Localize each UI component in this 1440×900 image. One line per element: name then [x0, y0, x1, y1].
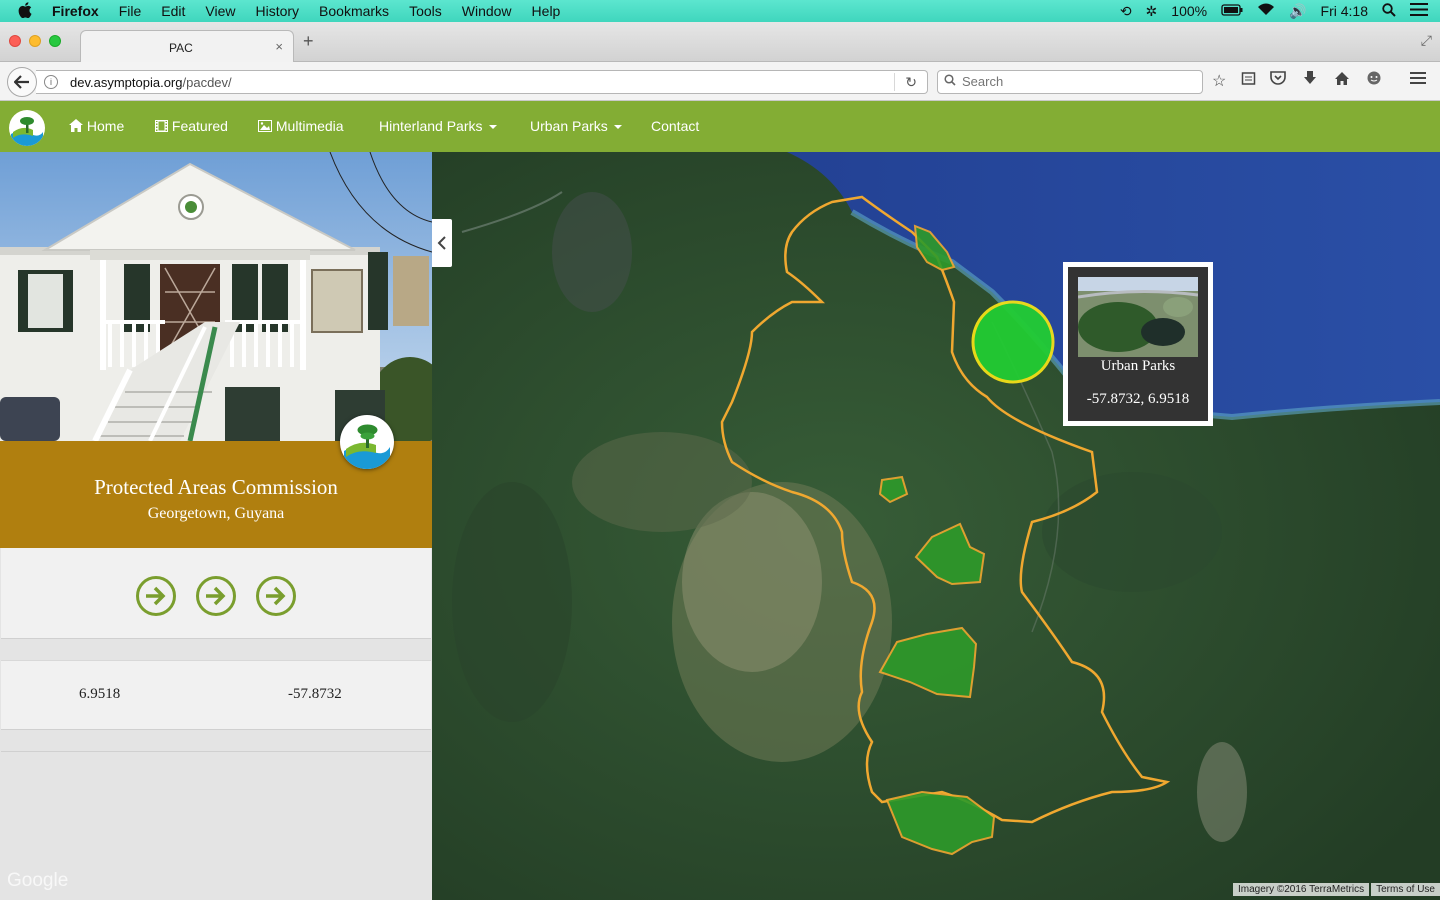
- nav-hinterland-parks-dropdown[interactable]: Hinterland Parks: [379, 118, 497, 134]
- time-machine-icon[interactable]: ⟲: [1120, 3, 1132, 20]
- search-box[interactable]: [937, 70, 1203, 94]
- site-navbar: Home Featured Multimedia Hinterland Park…: [0, 101, 1440, 152]
- fullscreen-icon[interactable]: ⤢: [1421, 32, 1432, 49]
- terms-of-use-link[interactable]: Terms of Use: [1371, 883, 1440, 896]
- nav-contact[interactable]: Contact: [651, 118, 699, 134]
- satellite-map[interactable]: Imagery ©2016 TerraMetrics Terms of Use: [432, 152, 1440, 900]
- menubar-bookmarks[interactable]: Bookmarks: [309, 3, 399, 19]
- divider: [1, 751, 431, 752]
- building-photo: [0, 152, 432, 441]
- window-zoom-button[interactable]: [49, 35, 61, 47]
- popup-title: Urban Parks: [1100, 358, 1176, 374]
- wifi-icon[interactable]: [1257, 3, 1275, 19]
- caret-down-icon: [613, 125, 622, 130]
- search-icon: [944, 74, 956, 89]
- caret-down-icon: [488, 125, 497, 130]
- nav-multimedia[interactable]: Multimedia: [258, 118, 344, 134]
- popup-coordinates: -57.8732, 6.9518: [1086, 391, 1190, 407]
- action-button-2[interactable]: [196, 576, 236, 616]
- action-button-1[interactable]: [136, 576, 176, 616]
- map-attribution: Imagery ©2016 TerraMetrics Terms of Use: [1232, 883, 1440, 896]
- battery-icon[interactable]: [1221, 3, 1243, 19]
- volume-icon[interactable]: 🔊: [1289, 3, 1306, 20]
- arrow-right-icon: [206, 586, 226, 606]
- notification-center-icon[interactable]: [1410, 3, 1428, 19]
- action-buttons-card: [1, 548, 431, 639]
- back-button[interactable]: [7, 67, 37, 97]
- search-input[interactable]: [962, 74, 1192, 89]
- pocket-icon[interactable]: [1270, 71, 1286, 90]
- apple-menu-icon[interactable]: [0, 1, 42, 21]
- home-icon[interactable]: [1334, 71, 1350, 91]
- hello-chat-icon[interactable]: [1366, 71, 1382, 91]
- menubar-app-name[interactable]: Firefox: [42, 3, 109, 19]
- url-divider: [894, 73, 895, 91]
- downloads-icon[interactable]: [1303, 71, 1317, 91]
- collapse-panel-button[interactable]: [432, 219, 452, 267]
- menubar-window[interactable]: Window: [452, 3, 522, 19]
- map-info-popup[interactable]: Urban Parks -57.8732, 6.9518: [1063, 262, 1213, 426]
- reading-list-icon[interactable]: [1241, 71, 1256, 91]
- nav-multimedia-label: Multimedia: [275, 118, 344, 134]
- menubar-view[interactable]: View: [195, 3, 245, 19]
- menubar-clock[interactable]: Fri 4:18: [1321, 3, 1368, 19]
- film-icon: [155, 120, 168, 132]
- chevron-left-icon: [437, 236, 446, 250]
- google-logo: Google: [7, 870, 69, 891]
- reload-icon[interactable]: ↻: [905, 74, 917, 91]
- bluetooth-icon[interactable]: ✲: [1146, 3, 1158, 20]
- new-tab-button[interactable]: +: [303, 31, 314, 52]
- url-bar[interactable]: i dev.asymptopia.org/pacdev/ ↻: [36, 70, 928, 94]
- browser-tab[interactable]: PAC ×: [80, 30, 294, 62]
- browser-tab-strip: PAC × + ⤢: [0, 22, 1440, 62]
- action-button-3[interactable]: [256, 576, 296, 616]
- url-path: /pacdev/: [182, 75, 232, 90]
- tab-title: PAC: [169, 41, 193, 55]
- nav-urban-label: Urban Parks: [530, 118, 608, 134]
- longitude-value: -57.8732: [288, 686, 342, 702]
- location-subtitle: Georgetown, Guyana: [147, 505, 285, 522]
- menubar-file[interactable]: File: [109, 3, 152, 19]
- menubar-tools[interactable]: Tools: [399, 3, 452, 19]
- url-host: dev.asymptopia.org: [70, 75, 183, 90]
- nav-urban-parks-dropdown[interactable]: Urban Parks: [530, 118, 622, 134]
- arrow-right-icon: [146, 586, 166, 606]
- urban-park-thumbnail: [1078, 277, 1198, 357]
- site-info-icon[interactable]: i: [44, 75, 58, 89]
- browser-toolbar: i dev.asymptopia.org/pacdev/ ↻ ☆: [0, 62, 1440, 101]
- home-icon: [69, 119, 83, 132]
- location-title: Protected Areas Commission: [94, 475, 338, 499]
- imagery-credit: Imagery ©2016 TerraMetrics: [1232, 883, 1370, 896]
- menubar-history[interactable]: History: [245, 3, 309, 19]
- info-panel: Protected Areas Commission Georgetown, G…: [0, 152, 432, 900]
- bookmark-star-icon[interactable]: ☆: [1212, 71, 1226, 91]
- coordinates-card: 6.9518 -57.8732: [1, 660, 431, 730]
- os-menubar: Firefox File Edit View History Bookmarks…: [0, 0, 1440, 22]
- hamburger-menu-icon[interactable]: [1410, 71, 1426, 90]
- tab-close-icon[interactable]: ×: [275, 39, 283, 54]
- picture-icon: [258, 120, 272, 132]
- pac-logo[interactable]: [9, 110, 45, 146]
- back-arrow-icon: [14, 75, 29, 89]
- window-close-button[interactable]: [9, 35, 21, 47]
- arrow-right-icon: [266, 586, 286, 606]
- nav-home-label: Home: [86, 118, 125, 134]
- window-minimize-button[interactable]: [29, 35, 41, 47]
- spotlight-search-icon[interactable]: [1382, 2, 1396, 20]
- menubar-help[interactable]: Help: [522, 3, 571, 19]
- menubar-edit[interactable]: Edit: [151, 3, 195, 19]
- nav-home[interactable]: Home: [69, 118, 124, 134]
- nav-featured[interactable]: Featured: [155, 118, 228, 134]
- nav-featured-label: Featured: [171, 118, 228, 134]
- latitude-value: 6.9518: [79, 686, 121, 702]
- pac-badge-logo: [340, 415, 394, 469]
- battery-percent: 100%: [1171, 3, 1208, 19]
- nav-hinterland-label: Hinterland Parks: [379, 118, 483, 134]
